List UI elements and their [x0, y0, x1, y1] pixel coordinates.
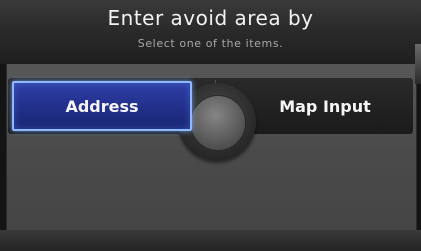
- page-title: Enter avoid area by: [107, 6, 314, 30]
- interface-dial-icon: [190, 95, 246, 151]
- header: Enter avoid area by Select one of the it…: [0, 0, 421, 64]
- nav-screen: Enter avoid area by Select one of the it…: [0, 0, 421, 251]
- address-button[interactable]: Address: [12, 81, 192, 131]
- edge-decoration: [415, 44, 421, 84]
- page-subtitle: Select one of the items.: [137, 37, 284, 50]
- footer-bar: [0, 230, 421, 251]
- map-input-button[interactable]: Map Input: [247, 81, 403, 131]
- address-button-label: Address: [65, 96, 139, 116]
- map-input-button-label: Map Input: [279, 96, 371, 116]
